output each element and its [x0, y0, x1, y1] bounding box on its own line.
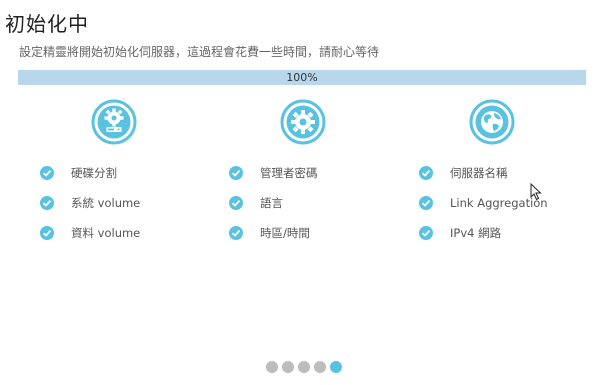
globe-icon [469, 99, 515, 145]
page-dot-4[interactable] [314, 361, 326, 373]
progress-label: 100% [286, 71, 318, 84]
check-icon [419, 196, 433, 210]
page-title: 初始化中 [5, 12, 89, 36]
check-icon [419, 226, 433, 240]
check-icon [40, 226, 54, 240]
initialization-page: 初始化中 設定精靈將開始初始化伺服器，這過程會花費一些時間，請耐心等待 100% [0, 0, 600, 385]
check-icon [229, 196, 243, 210]
list-item: 資料 volume [40, 224, 140, 242]
progress-bar: 100% [18, 70, 586, 85]
check-icon [419, 166, 433, 180]
list-item: 硬碟分割 [40, 164, 117, 182]
page-dot-2[interactable] [282, 361, 294, 373]
page-dot-1[interactable] [266, 361, 278, 373]
mouse-cursor-icon [530, 183, 542, 201]
list-item: 語言 [229, 194, 283, 212]
list-item: IPv4 網路 [419, 224, 501, 242]
page-dot-3[interactable] [298, 361, 310, 373]
pagination-dots [266, 361, 342, 373]
list-item: 系統 volume [40, 194, 140, 212]
list-item: 時區/時間 [229, 224, 310, 242]
gear-icon [280, 99, 326, 145]
page-dot-5[interactable] [330, 361, 342, 373]
list-item: Link Aggregation [419, 194, 548, 212]
storage-gear-icon [91, 99, 137, 145]
list-item: 管理者密碼 [229, 164, 318, 182]
check-icon [229, 226, 243, 240]
check-icon [229, 166, 243, 180]
check-icon [40, 166, 54, 180]
page-subtitle: 設定精靈將開始初始化伺服器，這過程會花費一些時間，請耐心等待 [19, 45, 380, 59]
list-item: 伺服器名稱 [419, 164, 508, 182]
check-icon [40, 196, 54, 210]
